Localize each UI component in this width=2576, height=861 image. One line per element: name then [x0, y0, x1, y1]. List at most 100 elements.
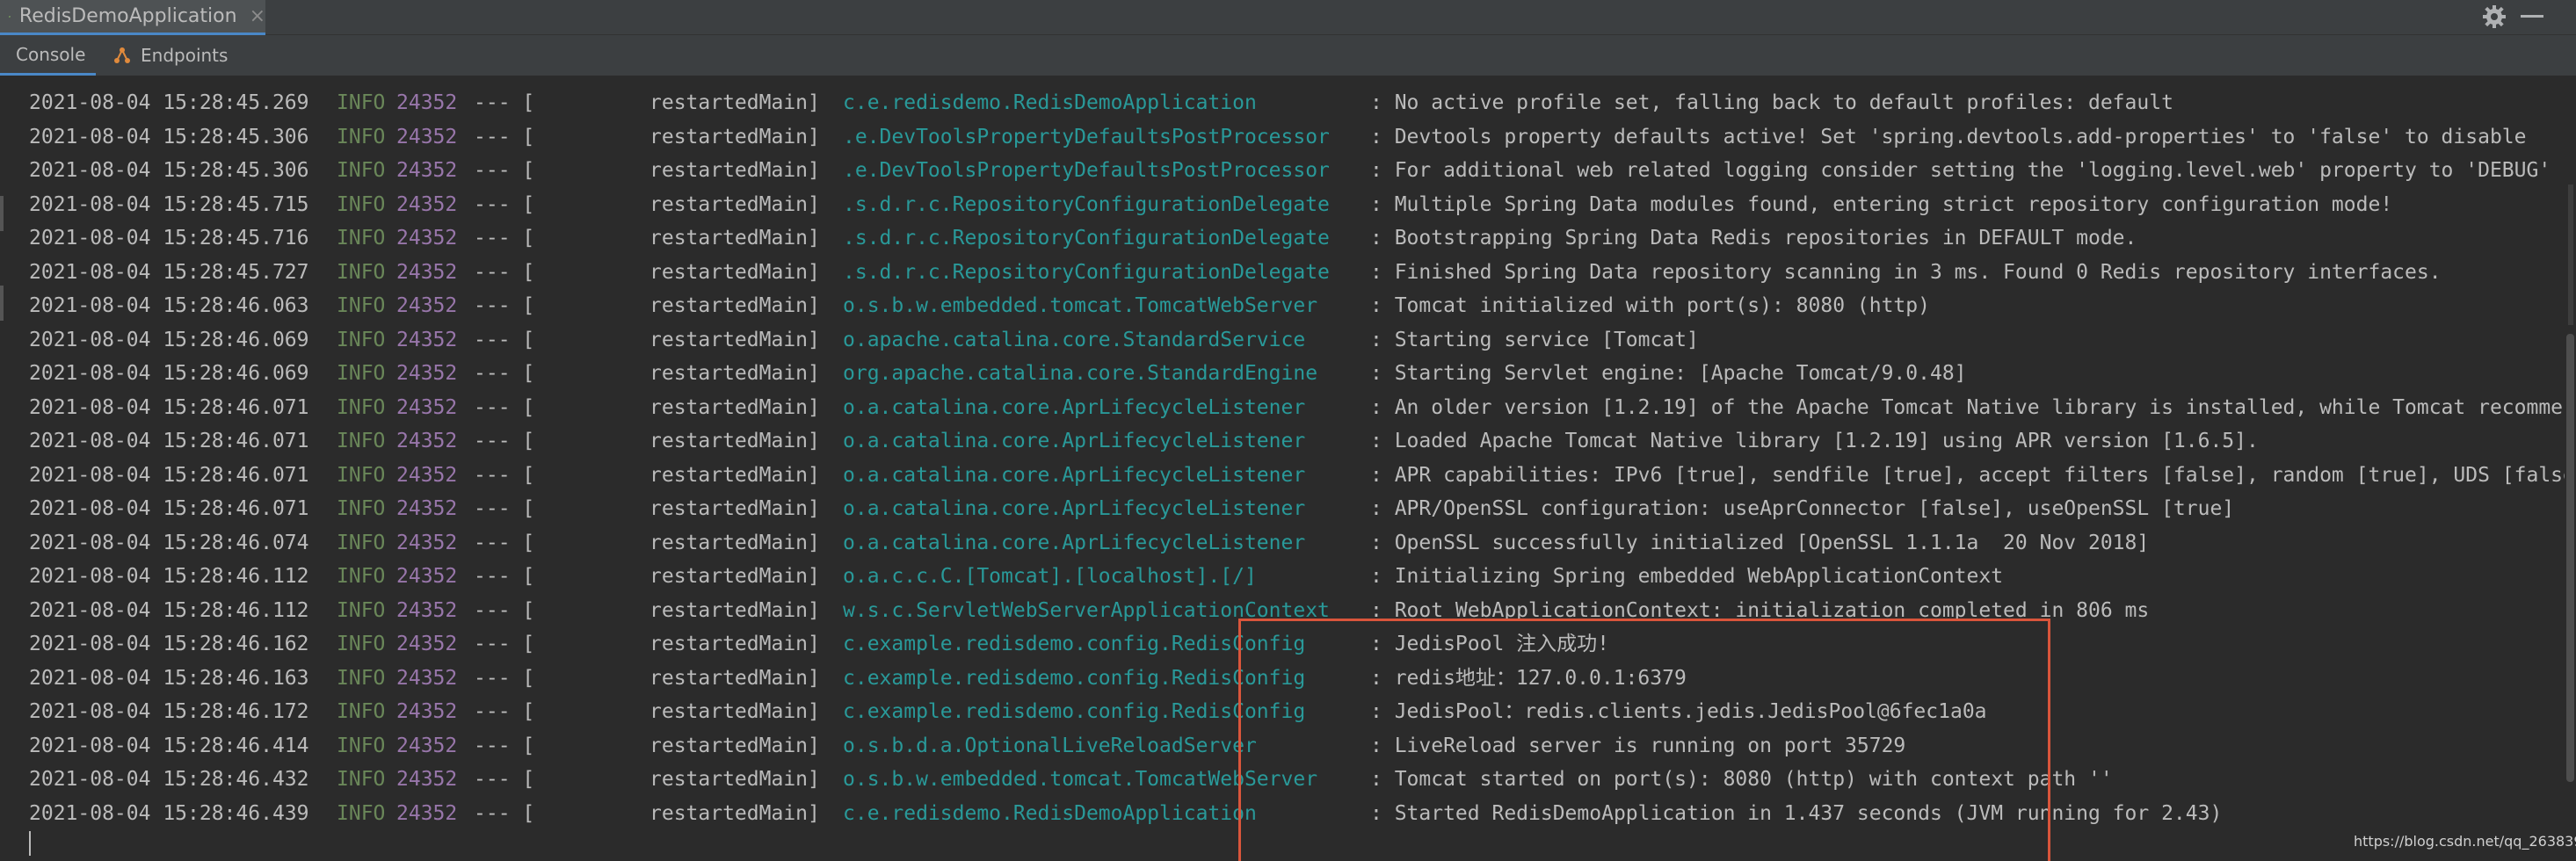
log-line: 2021-08-04 15:28:46.112 INFO 24352 --- [res…	[29, 560, 2003, 593]
run-tab-redis-demo[interactable]: RedisDemoApplication ×	[0, 0, 265, 36]
log-logger: o.a.catalina.core.AprLifecycleListener	[843, 430, 1306, 452]
log-separator: --- [	[474, 91, 535, 114]
log-line: 2021-08-04 15:28:46.414 INFO 24352 --- [res…	[29, 729, 1905, 763]
log-logger: o.a.catalina.core.AprLifecycleListener	[843, 497, 1306, 520]
log-timestamp: 2021-08-04 15:28:46.071	[29, 463, 309, 487]
log-separator: --- [	[474, 666, 535, 690]
log-line: 2021-08-04 15:28:46.069 INFO 24352 --- [res…	[29, 357, 1967, 390]
log-line: 2021-08-04 15:28:46.069 INFO 24352 --- [res…	[29, 323, 1699, 357]
log-thread: restartedMain]	[649, 531, 820, 554]
log-thread: restartedMain]	[649, 768, 820, 791]
scrollbar-track-marker	[2568, 184, 2573, 325]
log-separator: --- [	[474, 598, 535, 622]
log-separator: --- [	[474, 768, 535, 791]
log-line: 2021-08-04 15:28:46.112 INFO 24352 --- [res…	[29, 594, 2149, 627]
log-separator: --- [	[474, 362, 535, 385]
log-timestamp: 2021-08-04 15:28:46.071	[29, 497, 309, 520]
log-separator: --- [	[474, 463, 535, 487]
log-level: INFO	[337, 463, 386, 487]
log-pid: 24352	[396, 192, 458, 216]
vertical-scrollbar-thumb[interactable]	[2566, 334, 2574, 782]
run-tab-bar: RedisDemoApplication ×	[0, 0, 2576, 36]
log-thread: restartedMain]	[649, 463, 820, 487]
log-thread: restartedMain]	[649, 497, 820, 520]
tab-endpoints[interactable]: Endpoints	[112, 35, 228, 76]
log-pid: 24352	[396, 633, 458, 655]
text-caret[interactable]	[29, 831, 31, 856]
log-level: INFO	[337, 700, 386, 723]
log-timestamp: 2021-08-04 15:28:46.414	[29, 734, 309, 757]
log-pid: 24352	[396, 294, 458, 317]
log-level: INFO	[337, 91, 386, 114]
log-level: INFO	[337, 666, 386, 690]
log-thread: restartedMain]	[649, 801, 820, 825]
log-timestamp: 2021-08-04 15:28:45.716	[29, 227, 309, 250]
log-message: : An older version [1.2.19] of the Apach…	[1370, 395, 2565, 419]
log-level: INFO	[337, 328, 386, 351]
log-message: : APR/OpenSSL configuration: useAprConne…	[1370, 497, 2235, 520]
log-logger: .s.d.r.c.RepositoryConfigurationDelegate	[843, 260, 1330, 284]
log-message: : JedisPool 注入成功!	[1370, 633, 1610, 655]
log-thread: restartedMain]	[649, 734, 820, 757]
run-tab-label: RedisDemoApplication	[18, 5, 237, 27]
gutter-marker	[0, 286, 4, 321]
log-message: : JedisPool：redis.clients.jedis.JedisPoo…	[1370, 700, 1987, 723]
log-timestamp: 2021-08-04 15:28:46.432	[29, 768, 309, 791]
log-message: : For additional web related logging con…	[1370, 159, 2551, 182]
tab-console[interactable]: Console	[0, 35, 97, 76]
log-message: : Finished Spring Data repository scanni…	[1370, 260, 2442, 284]
log-thread: restartedMain]	[649, 260, 820, 284]
close-tab-icon[interactable]: ×	[250, 5, 265, 27]
log-thread: restartedMain]	[649, 227, 820, 250]
log-pid: 24352	[396, 666, 458, 690]
log-message: : Started RedisDemoApplication in 1.437 …	[1370, 801, 2223, 825]
log-pid: 24352	[396, 328, 458, 351]
log-separator: --- [	[474, 192, 535, 216]
log-thread: restartedMain]	[649, 700, 820, 723]
log-logger: org.apache.catalina.core.StandardEngine	[843, 362, 1318, 385]
log-level: INFO	[337, 395, 386, 419]
log-timestamp: 2021-08-04 15:28:46.112	[29, 598, 309, 622]
log-thread: restartedMain]	[649, 430, 820, 452]
log-timestamp: 2021-08-04 15:28:45.727	[29, 260, 309, 284]
log-thread: restartedMain]	[649, 159, 820, 182]
log-logger: .s.d.r.c.RepositoryConfigurationDelegate	[843, 192, 1330, 216]
log-pid: 24352	[396, 598, 458, 622]
log-level: INFO	[337, 125, 386, 148]
log-logger: c.example.redisdemo.config.RedisConfig	[843, 666, 1306, 690]
log-separator: --- [	[474, 531, 535, 554]
log-pid: 24352	[396, 125, 458, 148]
log-message: : Initializing Spring embedded WebApplic…	[1370, 565, 2004, 588]
log-line: 2021-08-04 15:28:46.172 INFO 24352 --- [res…	[29, 695, 1987, 728]
log-line: 2021-08-04 15:28:45.716 INFO 24352 --- [res…	[29, 221, 2137, 255]
log-separator: --- [	[474, 565, 535, 588]
log-logger: o.a.c.c.C.[Tomcat].[localhost].[/]	[843, 565, 1257, 588]
log-thread: restartedMain]	[649, 633, 820, 655]
log-pid: 24352	[396, 497, 458, 520]
log-pid: 24352	[396, 531, 458, 554]
log-message: : Multiple Spring Data modules found, en…	[1370, 192, 2393, 216]
log-timestamp: 2021-08-04 15:28:46.112	[29, 565, 309, 588]
log-timestamp: 2021-08-04 15:28:46.071	[29, 395, 309, 419]
log-line: 2021-08-04 15:28:46.432 INFO 24352 --- [res…	[29, 763, 2113, 796]
log-logger: o.s.b.w.embedded.tomcat.TomcatWebServer	[843, 768, 1318, 791]
log-logger: .e.DevToolsPropertyDefaultsPostProcessor	[843, 159, 1330, 182]
log-line: 2021-08-04 15:28:45.306 INFO 24352 --- [res…	[29, 120, 2526, 154]
gutter-marker	[0, 196, 4, 231]
log-pid: 24352	[396, 227, 458, 250]
log-logger: c.e.redisdemo.RedisDemoApplication	[843, 91, 1257, 114]
log-separator: --- [	[474, 159, 535, 182]
minimize-icon[interactable]	[2521, 15, 2543, 18]
log-pid: 24352	[396, 463, 458, 487]
log-line: 2021-08-04 15:28:46.063 INFO 24352 --- [res…	[29, 289, 1930, 322]
log-timestamp: 2021-08-04 15:28:46.069	[29, 328, 309, 351]
log-pid: 24352	[396, 768, 458, 791]
log-level: INFO	[337, 531, 386, 554]
log-level: INFO	[337, 734, 386, 757]
console-output[interactable]: 2021-08-04 15:28:45.269 INFO 24352 --- [res…	[0, 76, 2565, 861]
gear-icon[interactable]	[2481, 4, 2507, 30]
log-logger: o.s.b.w.embedded.tomcat.TomcatWebServer	[843, 294, 1318, 317]
log-logger: .e.DevToolsPropertyDefaultsPostProcessor	[843, 125, 1330, 148]
log-message: : Tomcat started on port(s): 8080 (http)…	[1370, 768, 2113, 791]
log-logger: c.example.redisdemo.config.RedisConfig	[843, 700, 1306, 723]
